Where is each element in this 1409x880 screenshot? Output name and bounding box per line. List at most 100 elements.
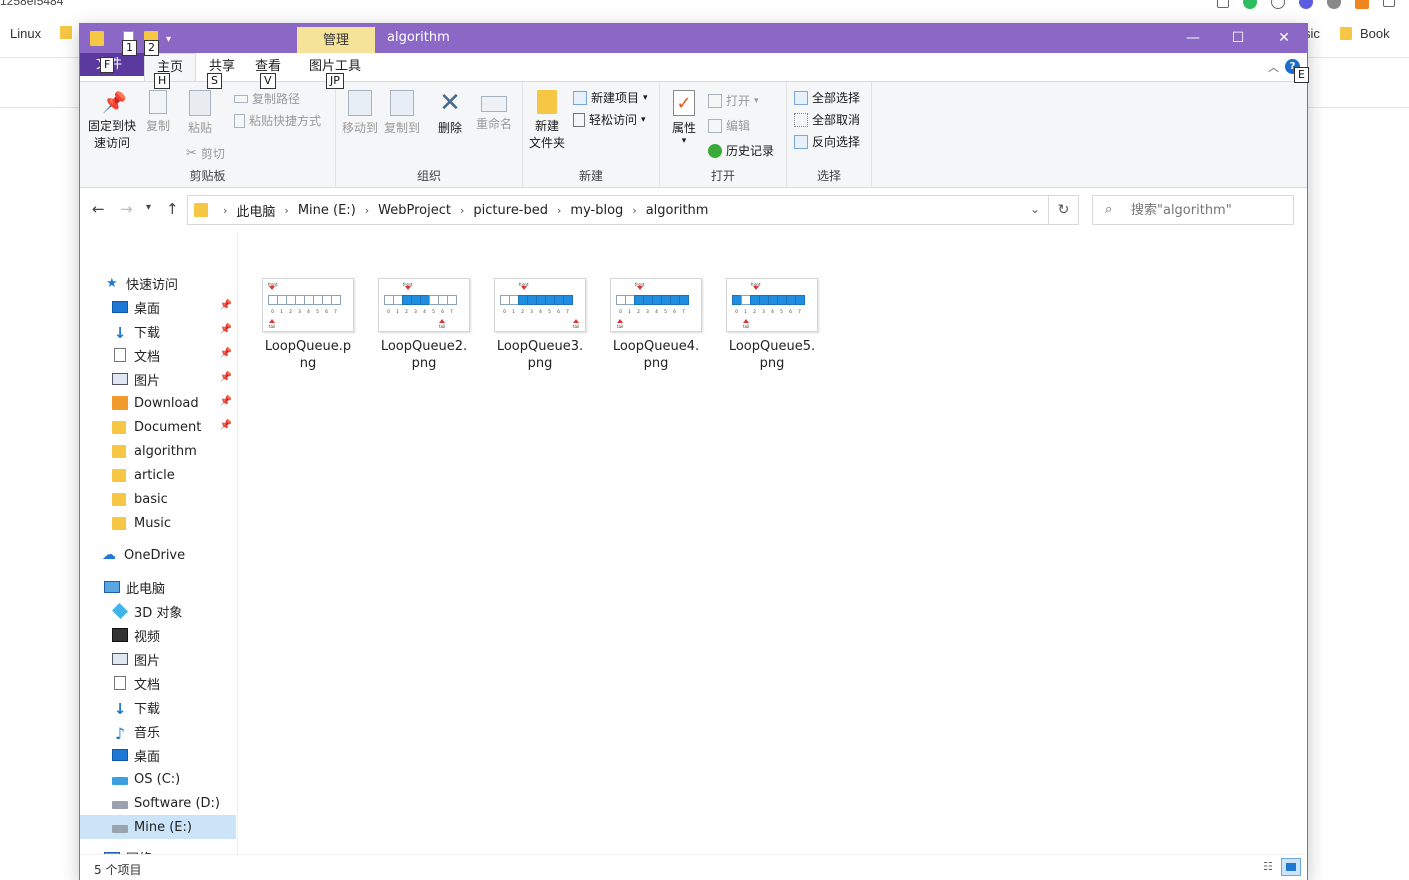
- back-arrow-icon[interactable]: ←: [92, 200, 105, 218]
- open-button[interactable]: 打开 ▾: [708, 92, 759, 109]
- history-button[interactable]: 历史记录: [708, 142, 774, 159]
- nav-item-article[interactable]: article: [80, 463, 236, 487]
- nav-item-desktop[interactable]: 桌面 📌: [80, 295, 236, 319]
- extension-icon[interactable]: [1271, 0, 1285, 9]
- new-item-icon: [573, 90, 587, 105]
- large-icons-view-icon[interactable]: [1281, 858, 1301, 876]
- pin-icon[interactable]: 📌: [220, 396, 232, 407]
- chevron-down-icon[interactable]: ▾: [166, 34, 171, 45]
- navigation-pane[interactable]: ★ 快速访问 桌面 📌 ↓ 下载 📌 文档 📌 图片 📌 Download 📌: [80, 232, 238, 867]
- breadcrumb-algorithm[interactable]: algorithm: [646, 203, 709, 218]
- chevron-down-icon[interactable]: ⌄: [1030, 202, 1040, 216]
- up-arrow-icon[interactable]: ↑: [166, 200, 179, 218]
- file-item[interactable]: front 01234567 tail LoopQueue5.png: [722, 278, 822, 372]
- select-none-button[interactable]: 全部取消: [794, 111, 860, 128]
- chevron-right-icon[interactable]: ›: [284, 204, 288, 217]
- tab-share[interactable]: 共享: [196, 53, 248, 81]
- nav-item-music[interactable]: ♪ 音乐: [80, 719, 236, 743]
- nav-item-basic[interactable]: basic: [80, 487, 236, 511]
- minimize-button[interactable]: —: [1170, 24, 1216, 53]
- file-item[interactable]: front 01234567 tail LoopQueue.png: [258, 278, 358, 372]
- nav-item-document-folder[interactable]: Document 📌: [80, 415, 236, 439]
- browser-url-fragment[interactable]: 1258ef5484: [0, 0, 63, 8]
- nav-item-music-folder[interactable]: Music: [80, 511, 236, 535]
- pin-icon[interactable]: 📌: [220, 300, 232, 311]
- nav-item-pc-documents[interactable]: 文档: [80, 671, 236, 695]
- nav-item-videos[interactable]: 视频: [80, 623, 236, 647]
- chevron-right-icon[interactable]: ›: [460, 204, 464, 217]
- search-box[interactable]: ⌕: [1092, 195, 1294, 225]
- file-item[interactable]: front 01234567 tail LoopQueue3.png: [490, 278, 590, 372]
- delete-button[interactable]: ✕ 删除: [434, 90, 466, 137]
- shield-icon[interactable]: [1327, 0, 1341, 9]
- nav-item-os-drive[interactable]: OS (C:): [80, 767, 236, 791]
- forward-arrow-icon[interactable]: →: [120, 200, 133, 218]
- move-to-button[interactable]: 移动到: [340, 90, 380, 137]
- paste-button[interactable]: 粘贴: [182, 90, 218, 137]
- evernote-icon[interactable]: [1243, 0, 1257, 9]
- breadcrumb-my-blog[interactable]: my-blog: [570, 203, 623, 218]
- nav-quick-access[interactable]: ★ 快速访问: [80, 271, 236, 295]
- breadcrumb-picture-bed[interactable]: picture-bed: [473, 203, 548, 218]
- breadcrumb-mine-drive[interactable]: Mine (E:): [298, 203, 356, 218]
- xml-icon[interactable]: [1355, 0, 1369, 9]
- copy-to-button[interactable]: 复制到: [382, 90, 422, 137]
- nav-item-pictures[interactable]: 图片 📌: [80, 367, 236, 391]
- file-item[interactable]: front 01234567 tail LoopQueue4.png: [606, 278, 706, 372]
- cut-button[interactable]: ✂ 剪切: [186, 145, 225, 162]
- paste-shortcut-button[interactable]: 粘贴快捷方式: [234, 112, 321, 129]
- chevron-right-icon[interactable]: ›: [223, 204, 227, 217]
- new-item-button[interactable]: 新建项目 ▾: [573, 89, 648, 106]
- nav-item-download-folder[interactable]: Download 📌: [80, 391, 236, 415]
- tab-manage[interactable]: 管理: [297, 27, 375, 53]
- rename-button[interactable]: 重命名: [472, 90, 516, 133]
- title-bar[interactable]: ▾ 1 2 管理 algorithm — ☐ ✕: [80, 24, 1307, 56]
- pin-icon[interactable]: 📌: [220, 420, 232, 431]
- nav-item-pc-desktop[interactable]: 桌面: [80, 743, 236, 767]
- music-note-icon: ♪: [114, 724, 126, 743]
- pin-icon[interactable]: 📌: [220, 372, 232, 383]
- nav-item-algorithm[interactable]: algorithm: [80, 439, 236, 463]
- refresh-icon[interactable]: ↻: [1048, 196, 1078, 224]
- edit-button[interactable]: 编辑: [708, 117, 750, 134]
- details-view-icon[interactable]: ☷: [1263, 860, 1279, 874]
- bookmark-linux[interactable]: Linux: [10, 26, 41, 41]
- bookmark-folder[interactable]: [60, 26, 72, 39]
- nav-item-downloads[interactable]: ↓ 下载 📌: [80, 319, 236, 343]
- nav-item-pc-downloads[interactable]: ↓ 下载: [80, 695, 236, 719]
- checkmark-icon[interactable]: [1299, 0, 1313, 9]
- search-input[interactable]: [1131, 200, 1287, 220]
- chevron-up-icon[interactable]: ︿: [1268, 59, 1279, 75]
- address-bar[interactable]: › 此电脑 › Mine (E:) › WebProject › picture…: [187, 195, 1079, 225]
- select-all-button[interactable]: 全部选择: [794, 89, 860, 106]
- nav-item-software-drive[interactable]: Software (D:): [80, 791, 236, 815]
- breadcrumb-webproject[interactable]: WebProject: [378, 203, 451, 218]
- recent-locations-chevron-icon[interactable]: ▾: [146, 202, 151, 213]
- file-item[interactable]: front 01234567 tail LoopQueue2.png: [374, 278, 474, 372]
- new-folder-button[interactable]: 新建 文件夹: [527, 90, 567, 152]
- bookmark-book[interactable]: Book: [1340, 26, 1390, 41]
- copy-button[interactable]: 复制: [142, 90, 174, 135]
- chevron-right-icon[interactable]: ›: [632, 204, 636, 217]
- file-list[interactable]: front 01234567 tail LoopQueue.png front …: [238, 232, 1307, 854]
- copy-path-button[interactable]: 复制路径: [234, 90, 300, 107]
- maximize-button[interactable]: ☐: [1215, 24, 1261, 53]
- nav-item-pc-pictures[interactable]: 图片: [80, 647, 236, 671]
- chevron-right-icon[interactable]: ›: [557, 204, 561, 217]
- breadcrumb-this-pc[interactable]: 此电脑: [236, 201, 275, 220]
- nav-item-mine-drive[interactable]: Mine (E:): [80, 815, 236, 839]
- close-button[interactable]: ✕: [1261, 24, 1307, 53]
- invert-selection-button[interactable]: 反向选择: [794, 133, 860, 150]
- code-icon[interactable]: [1383, 0, 1395, 7]
- pin-icon[interactable]: 📌: [220, 348, 232, 359]
- pin-icon[interactable]: 📌: [220, 324, 232, 335]
- nav-item-3d-objects[interactable]: 3D 对象: [80, 599, 236, 623]
- nav-onedrive[interactable]: ☁ OneDrive: [80, 543, 236, 567]
- nav-item-documents[interactable]: 文档 📌: [80, 343, 236, 367]
- star-icon[interactable]: [1217, 0, 1229, 8]
- nav-this-pc[interactable]: 此电脑: [80, 575, 236, 599]
- pin-to-quick-access-button[interactable]: 📌 固定到快 速访问: [86, 90, 138, 152]
- properties-button[interactable]: ✓ 属性 ▾: [668, 90, 700, 146]
- easy-access-button[interactable]: 轻松访问 ▾: [573, 111, 646, 128]
- chevron-right-icon[interactable]: ›: [365, 204, 369, 217]
